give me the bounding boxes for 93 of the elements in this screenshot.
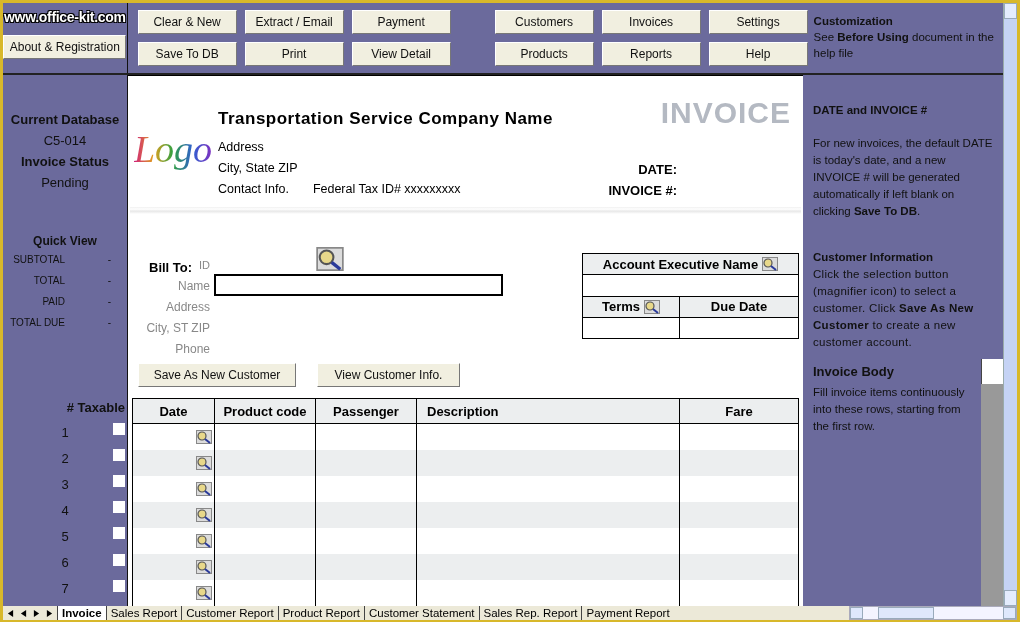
company-contact: Contact Info. [218, 181, 289, 198]
column-header: Terms [601, 299, 641, 315]
magnifier-icon[interactable] [644, 299, 661, 314]
summary-label: SUBTOTAL [12, 253, 65, 267]
field-label: Phone [175, 341, 210, 359]
help-title: Invoice Body [813, 363, 895, 381]
invoice-number-label: INVOICE #: [608, 182, 677, 200]
sheet-tab[interactable]: Customer Statement [364, 606, 479, 620]
row-number: 3 [60, 476, 70, 492]
row-number: 6 [60, 555, 70, 570]
toolbar-button[interactable]: Invoices [601, 10, 701, 34]
taxable-header: # Taxable [65, 399, 126, 417]
toolbar-button[interactable]: Products [494, 42, 594, 66]
help-text: Fill invoice items continuously into these rows, starting from the first row. [813, 386, 965, 432]
column-header: Fare [679, 398, 799, 424]
magnifier-icon[interactable] [196, 560, 212, 574]
summary-label: TOTAL DUE [9, 316, 65, 330]
magnifier-icon[interactable] [196, 456, 212, 470]
status-value: Pending [41, 174, 89, 192]
taxable-checkbox[interactable] [113, 553, 125, 566]
company-name: Transportation Service Company Name [218, 108, 553, 129]
taxable-checkbox[interactable] [113, 449, 125, 462]
summary-value: - [106, 295, 111, 309]
toolbar-button[interactable]: Extract / Email [244, 10, 344, 34]
row-number: 4 [60, 502, 70, 518]
summary-label: TOTAL [32, 274, 65, 288]
help-text: For new invoices, the default DATE is today's date, and a new INVOICE # will be generated automatically if left blank on clicking Save To DB. [813, 137, 993, 217]
vertical-scrollbar[interactable] [1003, 3, 1017, 606]
taxable-checkbox[interactable] [113, 527, 125, 540]
magnifier-icon[interactable] [196, 508, 212, 522]
site-label: www.office-kit.com [3, 9, 126, 25]
row-number: 7 [60, 581, 70, 597]
magnifier-icon[interactable] [315, 247, 345, 272]
toolbar-button[interactable]: Help [708, 42, 808, 66]
date-label: DATE: [638, 161, 677, 179]
horizontal-scrollbar[interactable] [849, 606, 1017, 620]
company-city: City, State ZIP [218, 160, 298, 177]
invoice-title: INVOICE [660, 96, 791, 130]
row-number: 5 [60, 528, 70, 544]
customer-button[interactable]: Save As New Customer [138, 363, 296, 388]
quick-view-title: Quick View [32, 233, 98, 249]
sheet-tab[interactable]: Sales Rep. Report [478, 606, 582, 620]
magnifier-icon[interactable] [196, 534, 212, 548]
taxable-checkbox[interactable] [113, 501, 125, 514]
sheet-tab[interactable]: Invoice [57, 606, 106, 620]
column-header: Product code [214, 398, 316, 424]
row-number: 1 [60, 424, 70, 440]
toolbar-button[interactable]: View Detail [351, 42, 451, 66]
taxable-checkbox[interactable] [113, 579, 125, 592]
sheet-tab[interactable]: Product Report [277, 606, 365, 620]
toolbar-button[interactable]: Save To DB [137, 42, 237, 66]
taxable-checkbox[interactable] [113, 423, 125, 436]
taxable-checkbox[interactable] [113, 475, 125, 488]
sheet-tab[interactable]: Sales Report [105, 606, 182, 620]
help-text: Click the selection button (magnifier icon) to select a customer. Click Save As New Customer to create a new customer account. [813, 268, 974, 348]
column-header: Account Executive Name [602, 256, 759, 272]
summary-value: - [106, 316, 111, 330]
magnifier-icon[interactable] [762, 257, 779, 272]
sheet-tab[interactable]: Payment Report [581, 606, 674, 620]
magnifier-icon[interactable] [196, 586, 212, 600]
column-header: Passenger [315, 398, 417, 424]
magnifier-icon[interactable] [196, 430, 212, 444]
toolbar-button[interactable]: Clear & New [137, 10, 237, 34]
summary-label: PAID [41, 295, 65, 309]
field-label: Name [178, 278, 210, 296]
row-number: 2 [60, 450, 70, 466]
toolbar-button[interactable]: Customers [494, 10, 594, 34]
toolbar-button[interactable]: Print [244, 42, 344, 66]
customization-note: Customization See Before Using document in the help file [812, 14, 995, 61]
column-header: Date [132, 398, 215, 424]
status-label: Invoice Status [20, 153, 110, 171]
about-button[interactable]: About & Registration [3, 35, 127, 59]
name-field[interactable] [214, 274, 503, 297]
company-address: Address [218, 139, 264, 156]
bill-to-label: Bill To: [149, 260, 193, 276]
help-title: DATE and INVOICE # [813, 103, 929, 118]
tax-id: Federal Tax ID# xxxxxxxxx [312, 181, 461, 198]
database-label: Current Database [10, 111, 120, 129]
toolbar-button[interactable]: Reports [601, 42, 701, 66]
summary-value: - [106, 274, 111, 288]
field-label: City, ST ZIP [146, 320, 210, 338]
customer-button[interactable]: View Customer Info. [317, 363, 460, 388]
sheet-tab[interactable]: Customer Report [181, 606, 278, 620]
magnifier-icon[interactable] [196, 482, 212, 496]
field-label: Address [165, 299, 210, 317]
summary-value: - [106, 253, 111, 267]
help-title: Customer Information [813, 250, 935, 265]
toolbar-button[interactable]: Settings [708, 10, 808, 34]
column-header: Description [416, 398, 680, 424]
database-value: C5-014 [43, 132, 87, 150]
toolbar-button[interactable]: Payment [351, 10, 451, 34]
column-header: Due Date [710, 299, 768, 315]
field-label: ID [199, 258, 210, 274]
